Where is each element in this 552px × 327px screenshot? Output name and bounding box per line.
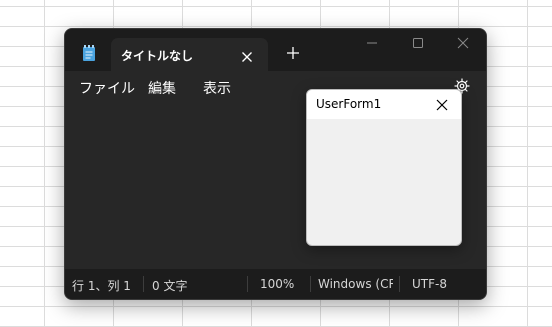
line-ending[interactable]: Windows (CRLF) xyxy=(318,277,393,291)
close-icon xyxy=(457,37,469,49)
title-bar: タイトルなし xyxy=(65,29,486,71)
plus-icon[interactable] xyxy=(286,45,300,59)
notepad-icon xyxy=(82,44,96,62)
minimize-button[interactable] xyxy=(349,29,395,57)
maximize-icon xyxy=(413,38,423,48)
close-window-button[interactable] xyxy=(440,29,486,57)
status-bar: 行 1、列 1 0 文字 100% Windows (CRLF) UTF-8 xyxy=(65,269,486,299)
userform-title-bar[interactable]: UserForm1 xyxy=(307,90,461,119)
close-icon[interactable] xyxy=(241,48,253,62)
encoding[interactable]: UTF-8 xyxy=(412,277,472,291)
status-divider xyxy=(247,276,248,292)
tab-title: タイトルなし xyxy=(121,49,194,63)
status-divider xyxy=(310,276,311,292)
cursor-position: 行 1、列 1 xyxy=(72,279,131,293)
status-divider xyxy=(143,276,144,292)
menu-edit[interactable]: 編集 xyxy=(148,78,176,98)
userform-window: UserForm1 xyxy=(306,89,462,246)
menu-file[interactable]: ファイル xyxy=(79,78,135,98)
character-count: 0 文字 xyxy=(152,279,188,293)
close-icon[interactable] xyxy=(435,97,449,111)
menu-view[interactable]: 表示 xyxy=(203,78,231,98)
tab-untitled[interactable]: タイトルなし xyxy=(111,38,268,71)
maximize-button[interactable] xyxy=(395,29,441,57)
status-divider xyxy=(399,276,400,292)
minimize-icon xyxy=(367,42,377,44)
zoom-level[interactable]: 100% xyxy=(260,277,308,291)
userform-title: UserForm1 xyxy=(316,97,382,111)
